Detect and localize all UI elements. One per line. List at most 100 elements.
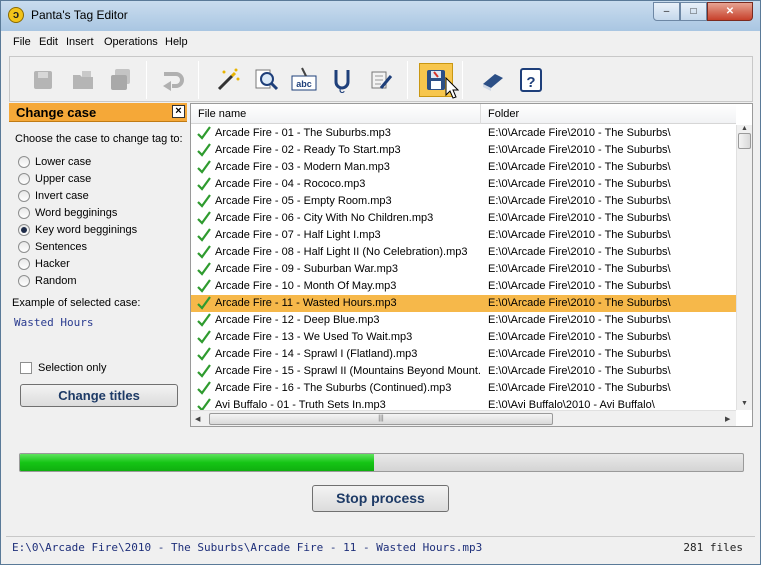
radio-button[interactable] — [18, 258, 30, 270]
svg-text:C: C — [339, 86, 345, 94]
menu-file[interactable]: File — [13, 36, 31, 48]
toolbar-separator — [407, 61, 408, 99]
column-divider[interactable] — [480, 104, 481, 124]
change-case-icon: C — [334, 70, 350, 94]
table-row[interactable]: Arcade Fire - 01 - The Suburbs.mp3 E:\0\A… — [191, 125, 736, 142]
scroll-up-icon[interactable]: ▲ — [741, 125, 748, 132]
title-bar[interactable]: ↄ Panta's Tag Editor – □ ✕ — [1, 1, 760, 31]
folder-cell: E:\0\Arcade Fire\2010 - The Suburbs\ — [488, 195, 671, 207]
table-row[interactable]: Arcade Fire - 14 - Sprawl I (Flatland).m… — [191, 346, 736, 363]
save-button[interactable] — [26, 63, 60, 97]
case-option-label: Upper case — [35, 173, 92, 185]
scroll-right-icon[interactable]: ▶ — [725, 415, 730, 423]
checkmark-icon — [197, 381, 211, 395]
checkmark-icon — [197, 211, 211, 225]
column-folder[interactable]: Folder — [488, 108, 519, 120]
save-all-button[interactable] — [104, 63, 138, 97]
case-option[interactable]: Upper case — [18, 172, 91, 186]
table-row[interactable]: Arcade Fire - 06 - City With No Children… — [191, 210, 736, 227]
table-row[interactable]: Arcade Fire - 05 - Empty Room.mp3 E:\0\Ar… — [191, 193, 736, 210]
radio-button[interactable] — [18, 173, 30, 185]
folder-cell: E:\0\Arcade Fire\2010 - The Suburbs\ — [488, 229, 671, 241]
change-case-button[interactable]: C — [325, 63, 359, 97]
vertical-scroll-thumb[interactable] — [738, 133, 751, 149]
abc-rename-icon: abc — [291, 67, 317, 91]
maximize-button[interactable]: □ — [680, 2, 707, 21]
panel-header: Change case × — [9, 103, 187, 122]
table-row[interactable]: Arcade Fire - 11 - Wasted Hours.mp3 E:\0\… — [191, 295, 736, 312]
case-option-label: Lower case — [35, 156, 92, 168]
checkmark-icon — [197, 177, 211, 191]
svg-text:abc: abc — [296, 79, 312, 89]
column-file-name[interactable]: File name — [198, 108, 246, 120]
help-book-button[interactable] — [476, 63, 510, 97]
table-row[interactable]: Arcade Fire - 09 - Suburban War.mp3 E:\0\… — [191, 261, 736, 278]
status-file-count: 281 files — [683, 541, 743, 554]
open-button[interactable] — [66, 63, 100, 97]
horizontal-scroll-thumb[interactable]: ||| — [209, 413, 553, 425]
menu-operations[interactable]: Operations — [104, 36, 158, 48]
case-option[interactable]: Random — [18, 274, 77, 288]
file-list[interactable]: File name Folder Arcade Fire - 01 - The … — [190, 103, 753, 427]
folder-cell: E:\0\Arcade Fire\2010 - The Suburbs\ — [488, 144, 671, 156]
checkmark-icon — [197, 330, 211, 344]
about-button[interactable]: ? — [514, 63, 548, 97]
table-row[interactable]: Arcade Fire - 15 - Sprawl II (Mountains … — [191, 363, 736, 380]
table-row[interactable]: Arcade Fire - 12 - Deep Blue.mp3 E:\0\Arc… — [191, 312, 736, 329]
find-button[interactable] — [249, 63, 283, 97]
close-window-button[interactable]: ✕ — [707, 2, 753, 21]
rename-button[interactable]: abc — [287, 63, 321, 97]
mouse-pointer-icon — [445, 77, 459, 99]
checkmark-icon — [197, 296, 211, 310]
table-row[interactable]: Arcade Fire - 08 - Half Light II (No Cel… — [191, 244, 736, 261]
table-row[interactable]: Arcade Fire - 13 - We Used To Wait.mp3 E:… — [191, 329, 736, 346]
case-option[interactable]: Invert case — [18, 189, 89, 203]
file-name-cell: Arcade Fire - 04 - Rococo.mp3 — [215, 178, 366, 190]
table-row[interactable]: Arcade Fire - 10 - Month Of May.mp3 E:\0\… — [191, 278, 736, 295]
case-option[interactable]: Sentences — [18, 240, 87, 254]
undo-button[interactable] — [155, 63, 189, 97]
checkbox-box[interactable] — [20, 362, 32, 374]
minimize-button[interactable]: – — [653, 2, 680, 21]
case-option[interactable]: Word begginings — [18, 206, 117, 220]
table-row[interactable]: Arcade Fire - 07 - Half Light I.mp3 E:\0\… — [191, 227, 736, 244]
scroll-down-icon[interactable]: ▼ — [741, 400, 748, 407]
edit-tags-button[interactable] — [364, 63, 398, 97]
case-option[interactable]: Hacker — [18, 257, 70, 271]
status-bar: E:\0\Arcade Fire\2010 - The Suburbs\Arca… — [6, 536, 755, 558]
menu-help[interactable]: Help — [165, 36, 188, 48]
table-row[interactable]: Arcade Fire - 02 - Ready To Start.mp3 E:\… — [191, 142, 736, 159]
table-row[interactable]: Arcade Fire - 16 - The Suburbs (Continue… — [191, 380, 736, 397]
vertical-scrollbar[interactable]: ▲ ▼ — [736, 125, 752, 410]
stop-process-button[interactable]: Stop process — [312, 485, 449, 512]
scroll-left-icon[interactable]: ◀ — [195, 415, 200, 423]
case-option-label: Sentences — [35, 241, 87, 253]
radio-button[interactable] — [18, 224, 30, 236]
radio-button[interactable] — [18, 207, 30, 219]
table-row[interactable]: Arcade Fire - 04 - Rococo.mp3 E:\0\Arcade… — [191, 176, 736, 193]
folder-open-icon — [73, 71, 93, 89]
folder-cell: E:\0\Arcade Fire\2010 - The Suburbs\ — [488, 127, 671, 139]
toolbar-separator — [462, 61, 463, 99]
case-option[interactable]: Key word begginings — [18, 223, 137, 237]
radio-button[interactable] — [18, 190, 30, 202]
table-row[interactable]: Arcade Fire - 03 - Modern Man.mp3 E:\0\Ar… — [191, 159, 736, 176]
table-row[interactable]: Avi Buffalo - 01 - Truth Sets In.mp3 E:\0… — [191, 397, 736, 410]
file-name-cell: Arcade Fire - 15 - Sprawl II (Mountains … — [215, 365, 481, 377]
panel-close-button[interactable]: × — [172, 105, 185, 118]
menu-insert[interactable]: Insert — [66, 36, 94, 48]
file-name-cell: Arcade Fire - 08 - Half Light II (No Cel… — [215, 246, 468, 258]
choose-case-label: Choose the case to change tag to: — [15, 133, 183, 145]
auto-tag-button[interactable] — [211, 63, 245, 97]
radio-button[interactable] — [18, 275, 30, 287]
radio-button[interactable] — [18, 156, 30, 168]
change-titles-button[interactable]: Change titles — [20, 384, 178, 407]
case-option[interactable]: Lower case — [18, 155, 91, 169]
folder-cell: E:\0\Arcade Fire\2010 - The Suburbs\ — [488, 280, 671, 292]
menu-edit[interactable]: Edit — [39, 36, 58, 48]
checkmark-icon — [197, 347, 211, 361]
app-logo-icon: ↄ — [8, 7, 24, 23]
radio-button[interactable] — [18, 241, 30, 253]
selection-only-checkbox[interactable]: Selection only — [20, 362, 107, 374]
horizontal-scrollbar[interactable]: ◀ ||| ▶ — [191, 410, 736, 426]
